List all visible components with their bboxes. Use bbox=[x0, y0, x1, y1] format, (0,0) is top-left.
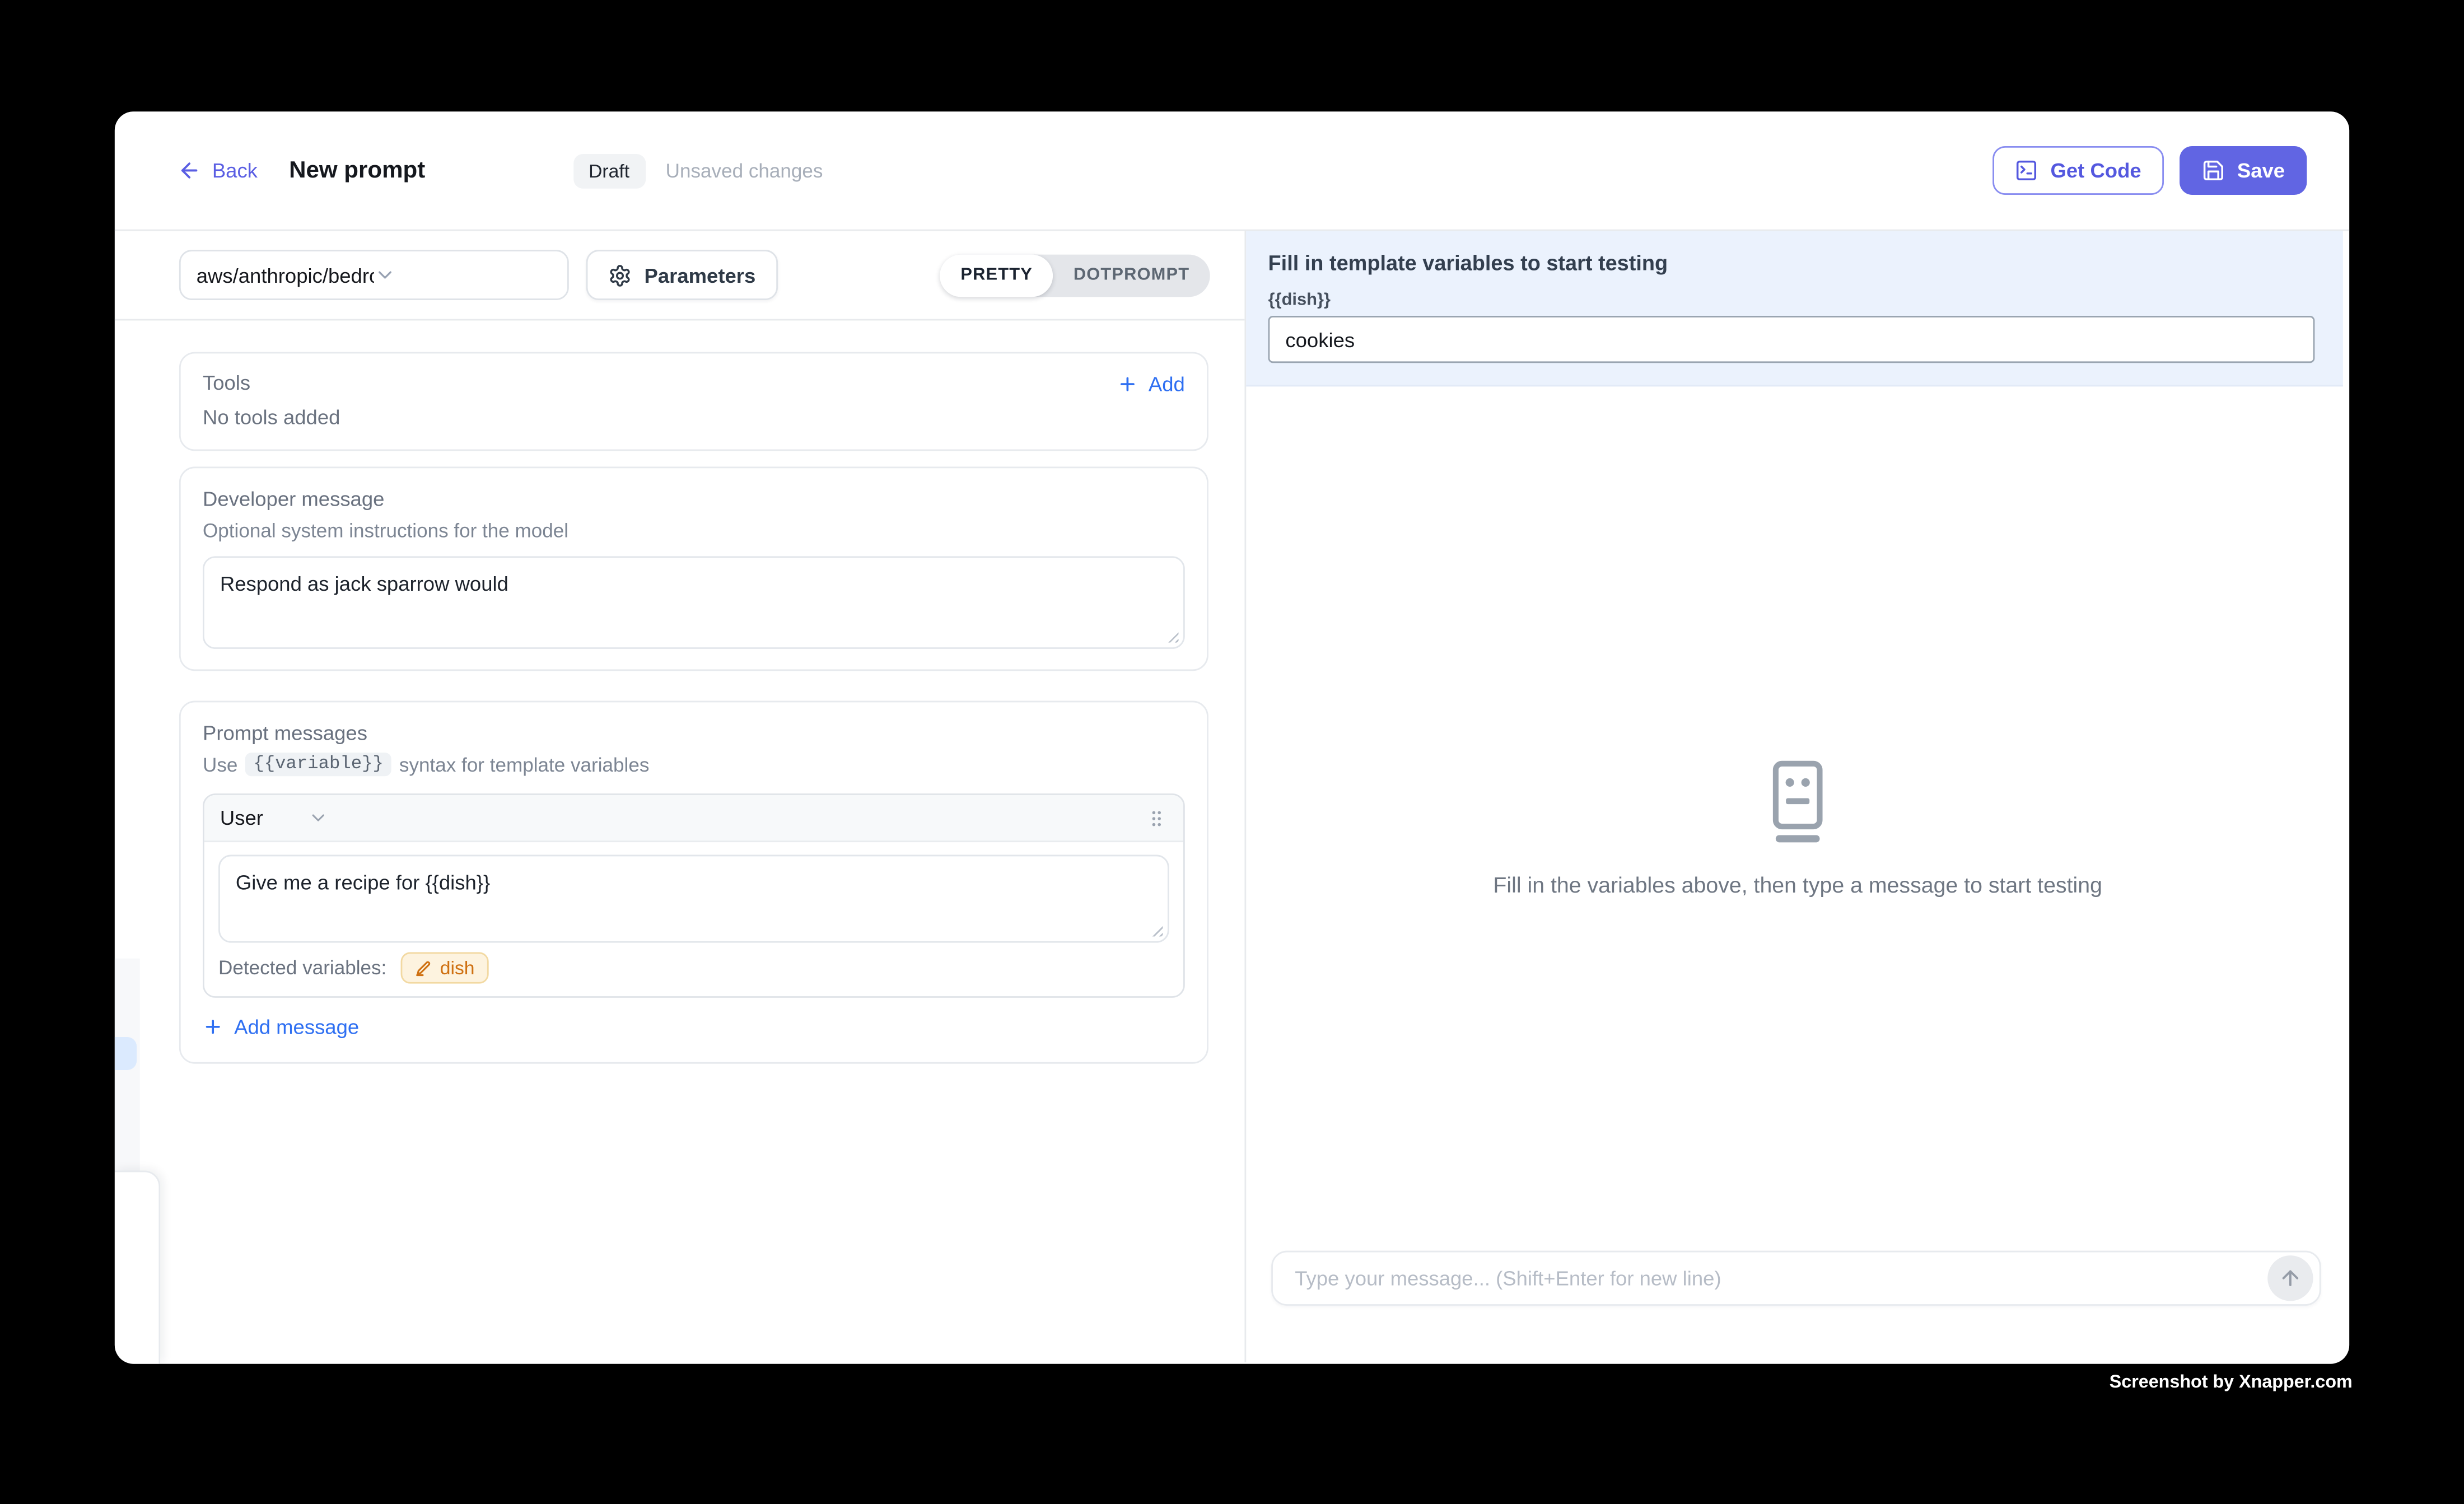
chat-input-bar bbox=[1271, 1251, 2321, 1306]
chat-area: Fill in the variables above, then type a… bbox=[1246, 386, 2349, 1362]
add-tool-button[interactable]: Add bbox=[1117, 372, 1185, 395]
app-window: Back New prompt Draft Unsaved changes Ge… bbox=[115, 111, 2349, 1363]
pencil-line-icon bbox=[415, 959, 432, 977]
arrow-up-icon bbox=[2279, 1267, 2302, 1290]
role-select-value[interactable]: User bbox=[220, 806, 263, 830]
terminal-icon bbox=[2014, 158, 2038, 182]
save-icon bbox=[2201, 158, 2224, 182]
toggle-dotprompt[interactable]: DOTPROMPT bbox=[1053, 254, 1210, 296]
variable-badge-dish[interactable]: dish bbox=[401, 952, 489, 984]
screenshot-stage: Back New prompt Draft Unsaved changes Ge… bbox=[0, 0, 2464, 1503]
add-message-label: Add message bbox=[234, 1015, 359, 1039]
tools-empty-text: No tools added bbox=[203, 405, 1185, 429]
background-panel bbox=[115, 1171, 160, 1364]
header: Back New prompt Draft Unsaved changes Ge… bbox=[115, 111, 2349, 231]
editor-pane: aws/anthropic/bedrock-claude-3-5-s... Pa… bbox=[115, 231, 1245, 1362]
back-button[interactable]: Back bbox=[178, 158, 258, 182]
unsaved-changes-text: Unsaved changes bbox=[666, 160, 823, 181]
chat-empty-state: Fill in the variables above, then type a… bbox=[1246, 759, 2349, 897]
chevron-down-icon[interactable] bbox=[309, 807, 329, 828]
prompt-messages-title: Prompt messages bbox=[203, 721, 1185, 746]
developer-message-title: Developer message bbox=[203, 487, 1185, 512]
message-role-row: User bbox=[204, 795, 1183, 842]
chat-message-input[interactable] bbox=[1295, 1267, 2267, 1290]
status-badge: Draft bbox=[573, 153, 645, 188]
parameters-label: Parameters bbox=[645, 263, 756, 287]
get-code-label: Get Code bbox=[2051, 158, 2141, 182]
developer-message-card: Developer message Optional system instru… bbox=[179, 466, 1208, 671]
parameters-button[interactable]: Parameters bbox=[586, 250, 778, 300]
grip-vertical-icon[interactable] bbox=[1146, 807, 1168, 829]
tools-title: Tools bbox=[203, 371, 250, 396]
arrow-left-icon bbox=[178, 158, 201, 182]
gear-icon bbox=[608, 263, 632, 287]
watermark-text: Screenshot by Xnapper.com bbox=[2110, 1374, 2353, 1393]
page-title: New prompt bbox=[289, 157, 425, 184]
variable-code-chip: {{variable}} bbox=[245, 753, 391, 776]
variable-syntax-hint: Use {{variable}} syntax for template var… bbox=[203, 753, 1185, 776]
view-mode-toggle: PRETTY DOTPROMPT bbox=[940, 254, 1210, 296]
plus-icon bbox=[1117, 373, 1137, 393]
template-variables-panel: Fill in template variables to start test… bbox=[1246, 231, 2343, 386]
variables-panel-title: Fill in template variables to start test… bbox=[1268, 251, 2315, 275]
robot-face-icon bbox=[1765, 759, 1831, 845]
hint-suffix: syntax for template variables bbox=[399, 754, 649, 776]
plus-icon bbox=[203, 1017, 223, 1037]
get-code-button[interactable]: Get Code bbox=[1992, 146, 2163, 195]
send-button[interactable] bbox=[2267, 1255, 2313, 1301]
sidebar-active-item[interactable] bbox=[115, 1037, 137, 1070]
back-label: Back bbox=[212, 158, 258, 182]
variable-name-label: {{dish}} bbox=[1268, 291, 2315, 310]
developer-message-input[interactable]: Respond as jack sparrow would bbox=[203, 556, 1185, 649]
hint-prefix: Use bbox=[203, 754, 237, 776]
save-label: Save bbox=[2237, 158, 2285, 182]
model-toolbar: aws/anthropic/bedrock-claude-3-5-s... Pa… bbox=[115, 231, 1245, 320]
variable-value-input[interactable] bbox=[1268, 316, 2315, 363]
empty-state-text: Fill in the variables above, then type a… bbox=[1493, 872, 2102, 897]
save-button[interactable]: Save bbox=[2179, 146, 2307, 195]
message-block: User Give me bbox=[203, 793, 1185, 998]
developer-message-subtitle: Optional system instructions for the mod… bbox=[203, 520, 1185, 544]
detected-variables-row: Detected variables: dish bbox=[218, 952, 1169, 984]
detected-variables-label: Detected variables: bbox=[218, 957, 386, 979]
prompt-messages-card: Prompt messages Use {{variable}} syntax … bbox=[179, 701, 1208, 1064]
add-message-button[interactable]: Add message bbox=[203, 1015, 359, 1039]
toggle-pretty[interactable]: PRETTY bbox=[940, 254, 1053, 296]
variable-badge-label: dish bbox=[440, 957, 475, 979]
editor-scroll-area: Tools Add No tools added bbox=[115, 320, 1245, 1362]
test-pane: Fill in template variables to start test… bbox=[1244, 231, 2349, 1362]
model-select-value: aws/anthropic/bedrock-claude-3-5-s... bbox=[197, 263, 374, 287]
chevron-down-icon bbox=[374, 264, 552, 286]
model-select[interactable]: aws/anthropic/bedrock-claude-3-5-s... bbox=[179, 250, 569, 300]
user-message-input[interactable]: Give me a recipe for {{dish}} bbox=[218, 855, 1169, 943]
add-tool-label: Add bbox=[1149, 372, 1185, 395]
tools-card: Tools Add No tools added bbox=[179, 352, 1208, 451]
